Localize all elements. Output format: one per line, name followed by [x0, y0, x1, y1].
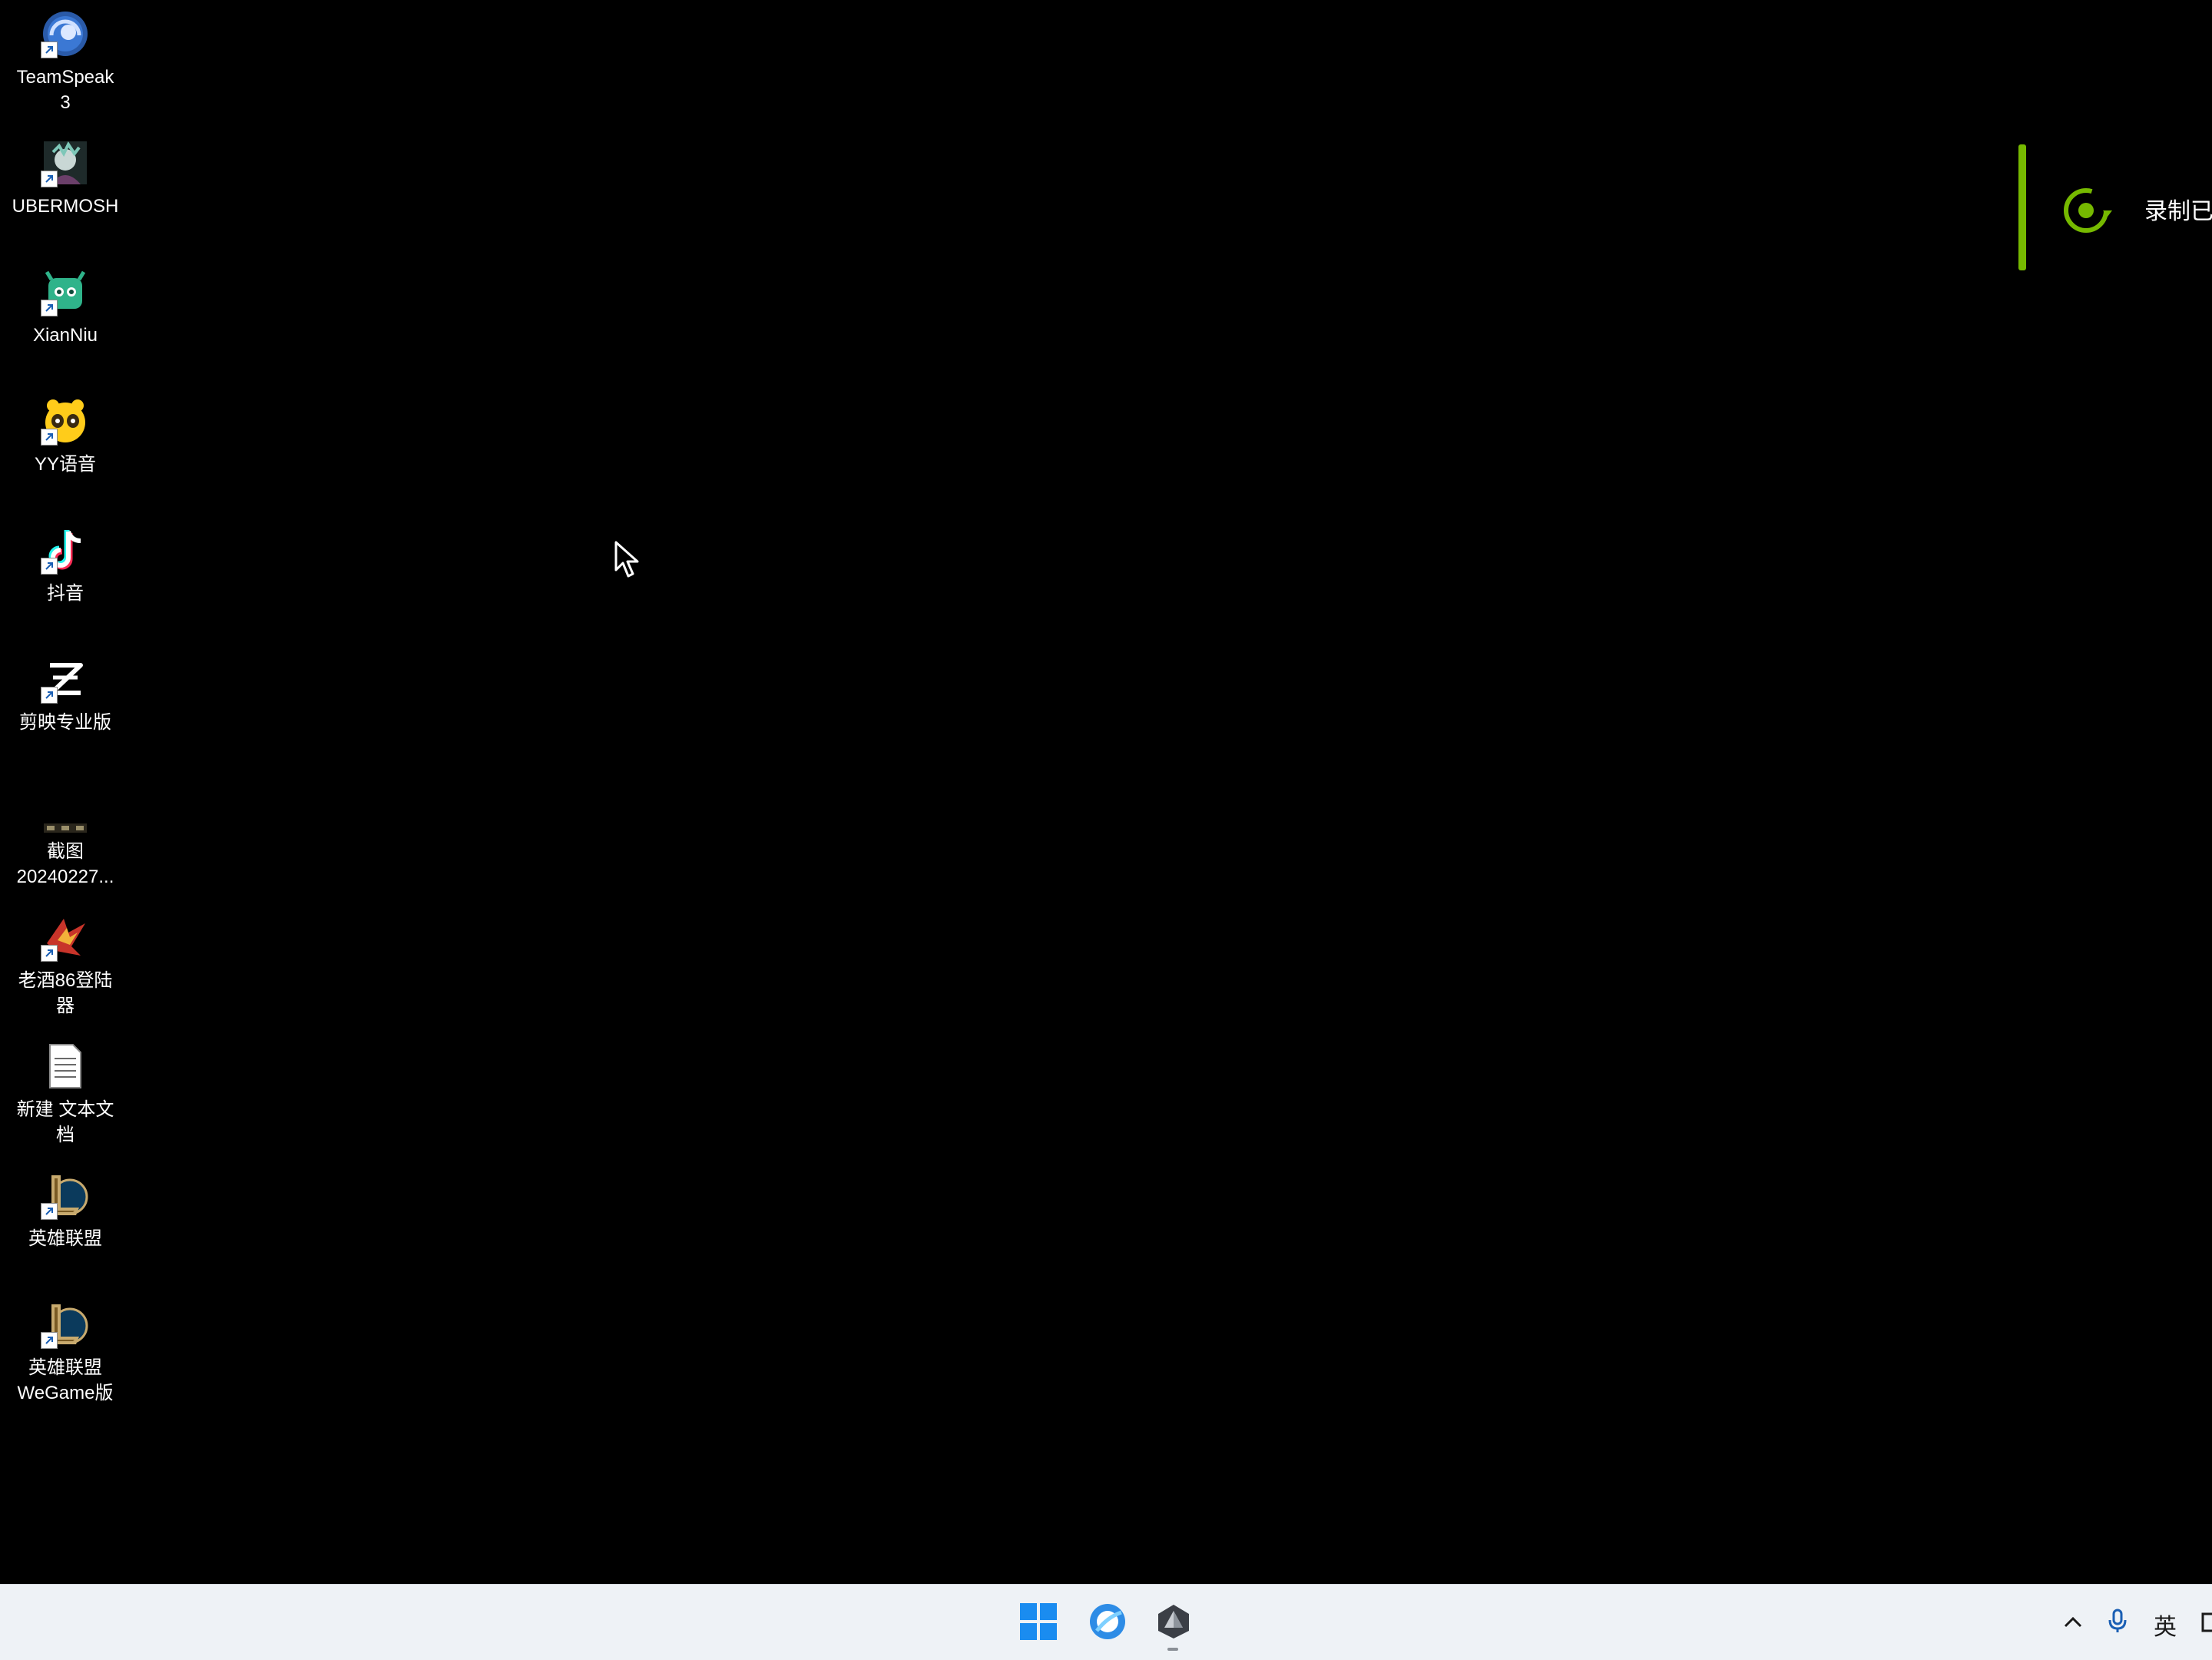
desktop: TeamSpeak 3 UBERMOSH XianNiu YY语音 抖音 剪映专… — [0, 0, 2212, 1584]
recording-icon — [2060, 183, 2115, 238]
desktop-icon-teamspeak[interactable]: TeamSpeak 3 — [0, 0, 131, 123]
desktop-icon-text-document[interactable]: 新建 文本文档 — [0, 1032, 131, 1155]
desktop-icon-label: YY语音 — [34, 454, 96, 475]
desktop-icon-label: XianNiu — [32, 325, 98, 346]
mouse-cursor-icon — [614, 541, 641, 579]
chevron-up-icon — [2064, 1616, 2082, 1628]
shortcut-arrow-icon — [41, 171, 58, 187]
shortcut-arrow-icon — [41, 300, 58, 316]
desktop-icon-xianniu[interactable]: XianNiu — [0, 258, 131, 381]
jianying-icon — [41, 654, 90, 704]
shortcut-arrow-icon — [41, 429, 58, 446]
windows-start-icon — [1020, 1603, 1057, 1640]
microphone-button[interactable] — [2104, 1608, 2131, 1634]
taskbar-app-button[interactable] — [1149, 1597, 1198, 1646]
shortcut-arrow-icon — [41, 558, 58, 575]
notification-accent-bar — [2018, 144, 2026, 270]
desktop-icon-label: 英雄联盟 — [28, 1228, 102, 1249]
app-icon — [1158, 1605, 1189, 1638]
shortcut-arrow-icon — [41, 687, 58, 704]
notification-center-button[interactable] — [2201, 1609, 2212, 1635]
desktop-icon-label: 抖音 — [47, 583, 84, 604]
teamspeak-icon — [41, 9, 90, 58]
shortcut-arrow-icon — [41, 1203, 58, 1220]
ubermosh-icon — [41, 138, 90, 187]
desktop-icon-ubermosh[interactable]: UBERMOSH — [0, 129, 131, 252]
league-of-legends-wegame-icon — [41, 1300, 90, 1349]
start-button[interactable] — [1014, 1597, 1063, 1646]
desktop-icon-douyin[interactable]: 抖音 — [0, 516, 131, 639]
desktop-icon-label: 英雄联盟 WeGame版 — [17, 1357, 114, 1403]
desktop-icon-label: 老酒86登陆器 — [18, 970, 113, 1016]
ime-indicator[interactable]: 英 — [2154, 1608, 2177, 1642]
league-of-legends-icon — [41, 1171, 90, 1220]
xianniu-icon — [41, 267, 90, 316]
desktop-icon-label: 新建 文本文档 — [16, 1099, 114, 1145]
douyin-icon — [41, 525, 90, 575]
notification-text: 录制已 — [2144, 199, 2212, 224]
desktop-icon-label: TeamSpeak 3 — [16, 67, 114, 113]
yy-voice-icon — [41, 396, 90, 446]
image-file-thumbnail-icon — [41, 784, 90, 833]
taskbar-browser-button[interactable] — [1083, 1597, 1132, 1646]
desktop-icon-label: UBERMOSH — [12, 196, 119, 217]
desktop-icon-label: 剪映专业版 — [19, 712, 111, 733]
desktop-icon-yy[interactable]: YY语音 — [0, 387, 131, 510]
show-hidden-icons-button[interactable] — [2060, 1609, 2086, 1635]
taskbar-active-indicator — [1167, 1648, 1178, 1651]
microphone-icon — [2108, 1609, 2127, 1632]
taskbar: 英 — [0, 1584, 2212, 1660]
shortcut-arrow-icon — [41, 1332, 58, 1349]
desktop-icon-laojiu86[interactable]: 老酒86登陆器 — [0, 903, 131, 1026]
recording-notification[interactable]: 录制已 — [2018, 144, 2212, 270]
desktop-icon-label: 截图 20240227... — [16, 841, 114, 887]
notification-icon — [2201, 1612, 2212, 1632]
desktop-icon-lol[interactable]: 英雄联盟 — [0, 1161, 131, 1284]
desktop-icon-jianying[interactable]: 剪映专业版 — [0, 645, 131, 768]
shortcut-arrow-icon — [41, 41, 58, 58]
shortcut-arrow-icon — [41, 945, 58, 962]
text-document-icon — [41, 1042, 90, 1091]
desktop-icon-lol-wegame[interactable]: 英雄联盟 WeGame版 — [0, 1291, 131, 1413]
desktop-icon-screenshot[interactable]: 截图 20240227... — [0, 774, 131, 897]
qq-browser-icon — [1090, 1604, 1125, 1639]
laojiu-launcher-icon — [41, 913, 90, 962]
